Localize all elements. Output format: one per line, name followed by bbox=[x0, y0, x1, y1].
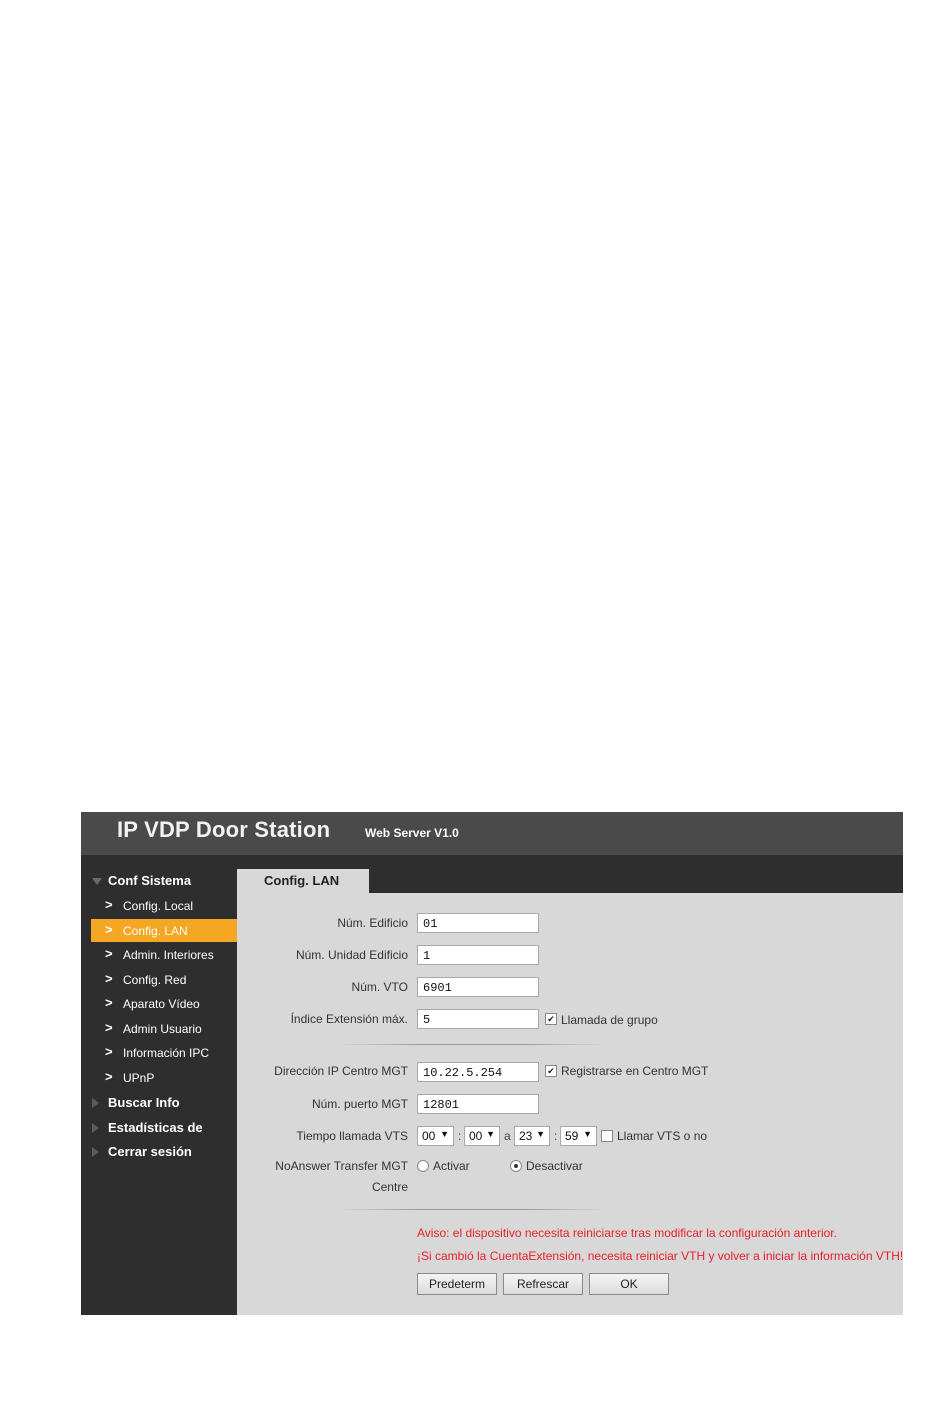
vts-time-label: Tiempo llamada VTS bbox=[296, 1129, 408, 1143]
config-lan-panel: Núm. Edificio 01 Núm. Unidad Edificio 1 … bbox=[237, 893, 903, 1315]
sidebar-section-buscar-info[interactable]: Buscar Info bbox=[91, 1092, 237, 1114]
vts-end-hour-select[interactable]: 23 ▼ bbox=[514, 1126, 550, 1146]
time-colon: : bbox=[458, 1129, 462, 1143]
separator bbox=[337, 1209, 607, 1210]
default-button[interactable]: Predeterm bbox=[417, 1273, 497, 1295]
app-version: Web Server V1.0 bbox=[365, 826, 459, 840]
select-value: 00 bbox=[422, 1129, 436, 1143]
dropdown-arrow-icon: ▼ bbox=[583, 1129, 592, 1139]
noanswer-label: NoAnswer Transfer MGT bbox=[275, 1159, 408, 1173]
collapse-arrow-icon bbox=[92, 1123, 99, 1133]
mgt-ip-label: Dirección IP Centro MGT bbox=[274, 1064, 408, 1078]
time-range-to: a bbox=[504, 1129, 511, 1143]
chevron-right-icon: > bbox=[105, 897, 113, 912]
select-value: 00 bbox=[469, 1129, 483, 1143]
expand-arrow-icon bbox=[92, 878, 102, 885]
vts-end-minute-select[interactable]: 59 ▼ bbox=[560, 1126, 597, 1146]
mgt-port-label: Núm. puerto MGT bbox=[311, 1097, 408, 1111]
chevron-right-icon: > bbox=[105, 971, 113, 986]
noanswer-deactivate-radio[interactable] bbox=[510, 1160, 522, 1172]
sidebar-item-label: Config. Red bbox=[123, 973, 187, 987]
register-mgt-checkbox[interactable]: ✔ bbox=[545, 1065, 557, 1077]
building-unit-label: Núm. Unidad Edificio bbox=[295, 948, 408, 962]
sidebar-section-cerrar-sesion[interactable]: Cerrar sesión bbox=[91, 1141, 237, 1163]
sidebar-item-label: Config. Local bbox=[123, 899, 194, 913]
call-vts-label: Llamar VTS o no bbox=[617, 1129, 708, 1143]
sidebar-item-label: Admin. Interiores bbox=[123, 948, 214, 962]
building-no-label: Núm. Edificio bbox=[337, 916, 408, 930]
vto-no-field[interactable]: 6901 bbox=[417, 977, 539, 997]
tab-bar: Config. LAN bbox=[237, 855, 903, 893]
sidebar-section-estadisticas[interactable]: Estadísticas de bbox=[91, 1117, 237, 1139]
sidebar-section-label: Estadísticas de bbox=[108, 1120, 203, 1135]
call-vts-checkbox[interactable] bbox=[601, 1130, 613, 1142]
tab-config-lan[interactable]: Config. LAN bbox=[237, 869, 369, 893]
noanswer-activate-radio[interactable] bbox=[417, 1160, 429, 1172]
sidebar-item-informacion-ipc[interactable]: > Información IPC bbox=[91, 1041, 237, 1064]
collapse-arrow-icon bbox=[92, 1098, 99, 1108]
chevron-right-icon: > bbox=[105, 1020, 113, 1035]
sidebar-item-upnp[interactable]: > UPnP bbox=[91, 1066, 237, 1089]
restart-warning: Aviso: el dispositivo necesita reiniciar… bbox=[417, 1226, 837, 1240]
vts-start-hour-select[interactable]: 00 ▼ bbox=[417, 1126, 454, 1146]
group-call-checkbox[interactable]: ✔ bbox=[545, 1013, 557, 1025]
refresh-button[interactable]: Refrescar bbox=[503, 1273, 583, 1295]
dropdown-arrow-icon: ▼ bbox=[440, 1129, 449, 1139]
chevron-right-icon: > bbox=[105, 995, 113, 1010]
extension-warning: ¡Si cambió la CuentaExtensión, necesita … bbox=[417, 1249, 903, 1263]
sidebar-item-admin-usuario[interactable]: > Admin Usuario bbox=[91, 1017, 237, 1040]
mgt-port-field[interactable]: 12801 bbox=[417, 1094, 539, 1114]
app-window: IP VDP Door Station Web Server V1.0 Conf… bbox=[81, 812, 903, 1315]
register-mgt-label: Registrarse en Centro MGT bbox=[561, 1064, 709, 1078]
building-unit-field[interactable]: 1 bbox=[417, 945, 539, 965]
sidebar-section-label: Cerrar sesión bbox=[108, 1144, 192, 1159]
separator bbox=[337, 1044, 607, 1045]
sidebar-section-label: Buscar Info bbox=[108, 1095, 180, 1110]
sidebar-section-conf-sistema[interactable]: Conf Sistema bbox=[91, 870, 237, 892]
sidebar-section-label: Conf Sistema bbox=[108, 873, 192, 888]
sidebar-item-label: Admin Usuario bbox=[123, 1022, 202, 1036]
chevron-right-icon: > bbox=[105, 1044, 113, 1059]
sidebar-item-label: UPnP bbox=[123, 1071, 155, 1085]
max-ext-index-label: Índice Extensión máx. bbox=[290, 1012, 408, 1026]
app-title: IP VDP Door Station bbox=[117, 817, 331, 842]
group-call-label: Llamada de grupo bbox=[561, 1013, 658, 1027]
building-no-field[interactable]: 01 bbox=[417, 913, 539, 933]
sidebar-item-label: Información IPC bbox=[123, 1046, 210, 1060]
dropdown-arrow-icon: ▼ bbox=[536, 1129, 545, 1139]
sidebar-item-config-red[interactable]: > Config. Red bbox=[91, 968, 237, 991]
dropdown-arrow-icon: ▼ bbox=[486, 1129, 495, 1139]
select-value: 23 bbox=[519, 1129, 533, 1143]
time-colon: : bbox=[554, 1129, 558, 1143]
sidebar-item-config-local[interactable]: > Config. Local bbox=[91, 894, 237, 917]
sidebar-item-admin-interiores[interactable]: > Admin. Interiores bbox=[91, 943, 237, 966]
chevron-right-icon: > bbox=[105, 1069, 113, 1084]
noanswer-label-line2: Centre bbox=[371, 1180, 408, 1194]
chevron-right-icon: > bbox=[105, 946, 113, 961]
max-ext-index-field[interactable]: 5 bbox=[417, 1009, 539, 1029]
vts-start-minute-select[interactable]: 00 ▼ bbox=[464, 1126, 500, 1146]
noanswer-activate-label: Activar bbox=[433, 1159, 470, 1173]
mgt-ip-field[interactable]: 10.22.5.254 bbox=[417, 1062, 539, 1082]
sidebar-item-aparato-video[interactable]: > Aparato Vídeo bbox=[91, 992, 237, 1015]
collapse-arrow-icon bbox=[92, 1147, 99, 1157]
ok-button[interactable]: OK bbox=[589, 1273, 669, 1295]
sidebar: Conf Sistema > Config. Local > Config. L… bbox=[81, 855, 237, 1315]
noanswer-deactivate-label: Desactivar bbox=[526, 1159, 583, 1173]
sidebar-item-label: Aparato Vídeo bbox=[123, 997, 200, 1011]
sidebar-item-label: Config. LAN bbox=[123, 924, 188, 938]
chevron-right-icon: > bbox=[105, 922, 113, 937]
sidebar-item-config-lan[interactable]: > Config. LAN bbox=[91, 919, 237, 942]
select-value: 59 bbox=[565, 1129, 579, 1143]
tab-label: Config. LAN bbox=[264, 873, 340, 888]
header-bar: IP VDP Door Station Web Server V1.0 bbox=[81, 812, 903, 855]
vto-no-label: Núm. VTO bbox=[351, 980, 408, 994]
